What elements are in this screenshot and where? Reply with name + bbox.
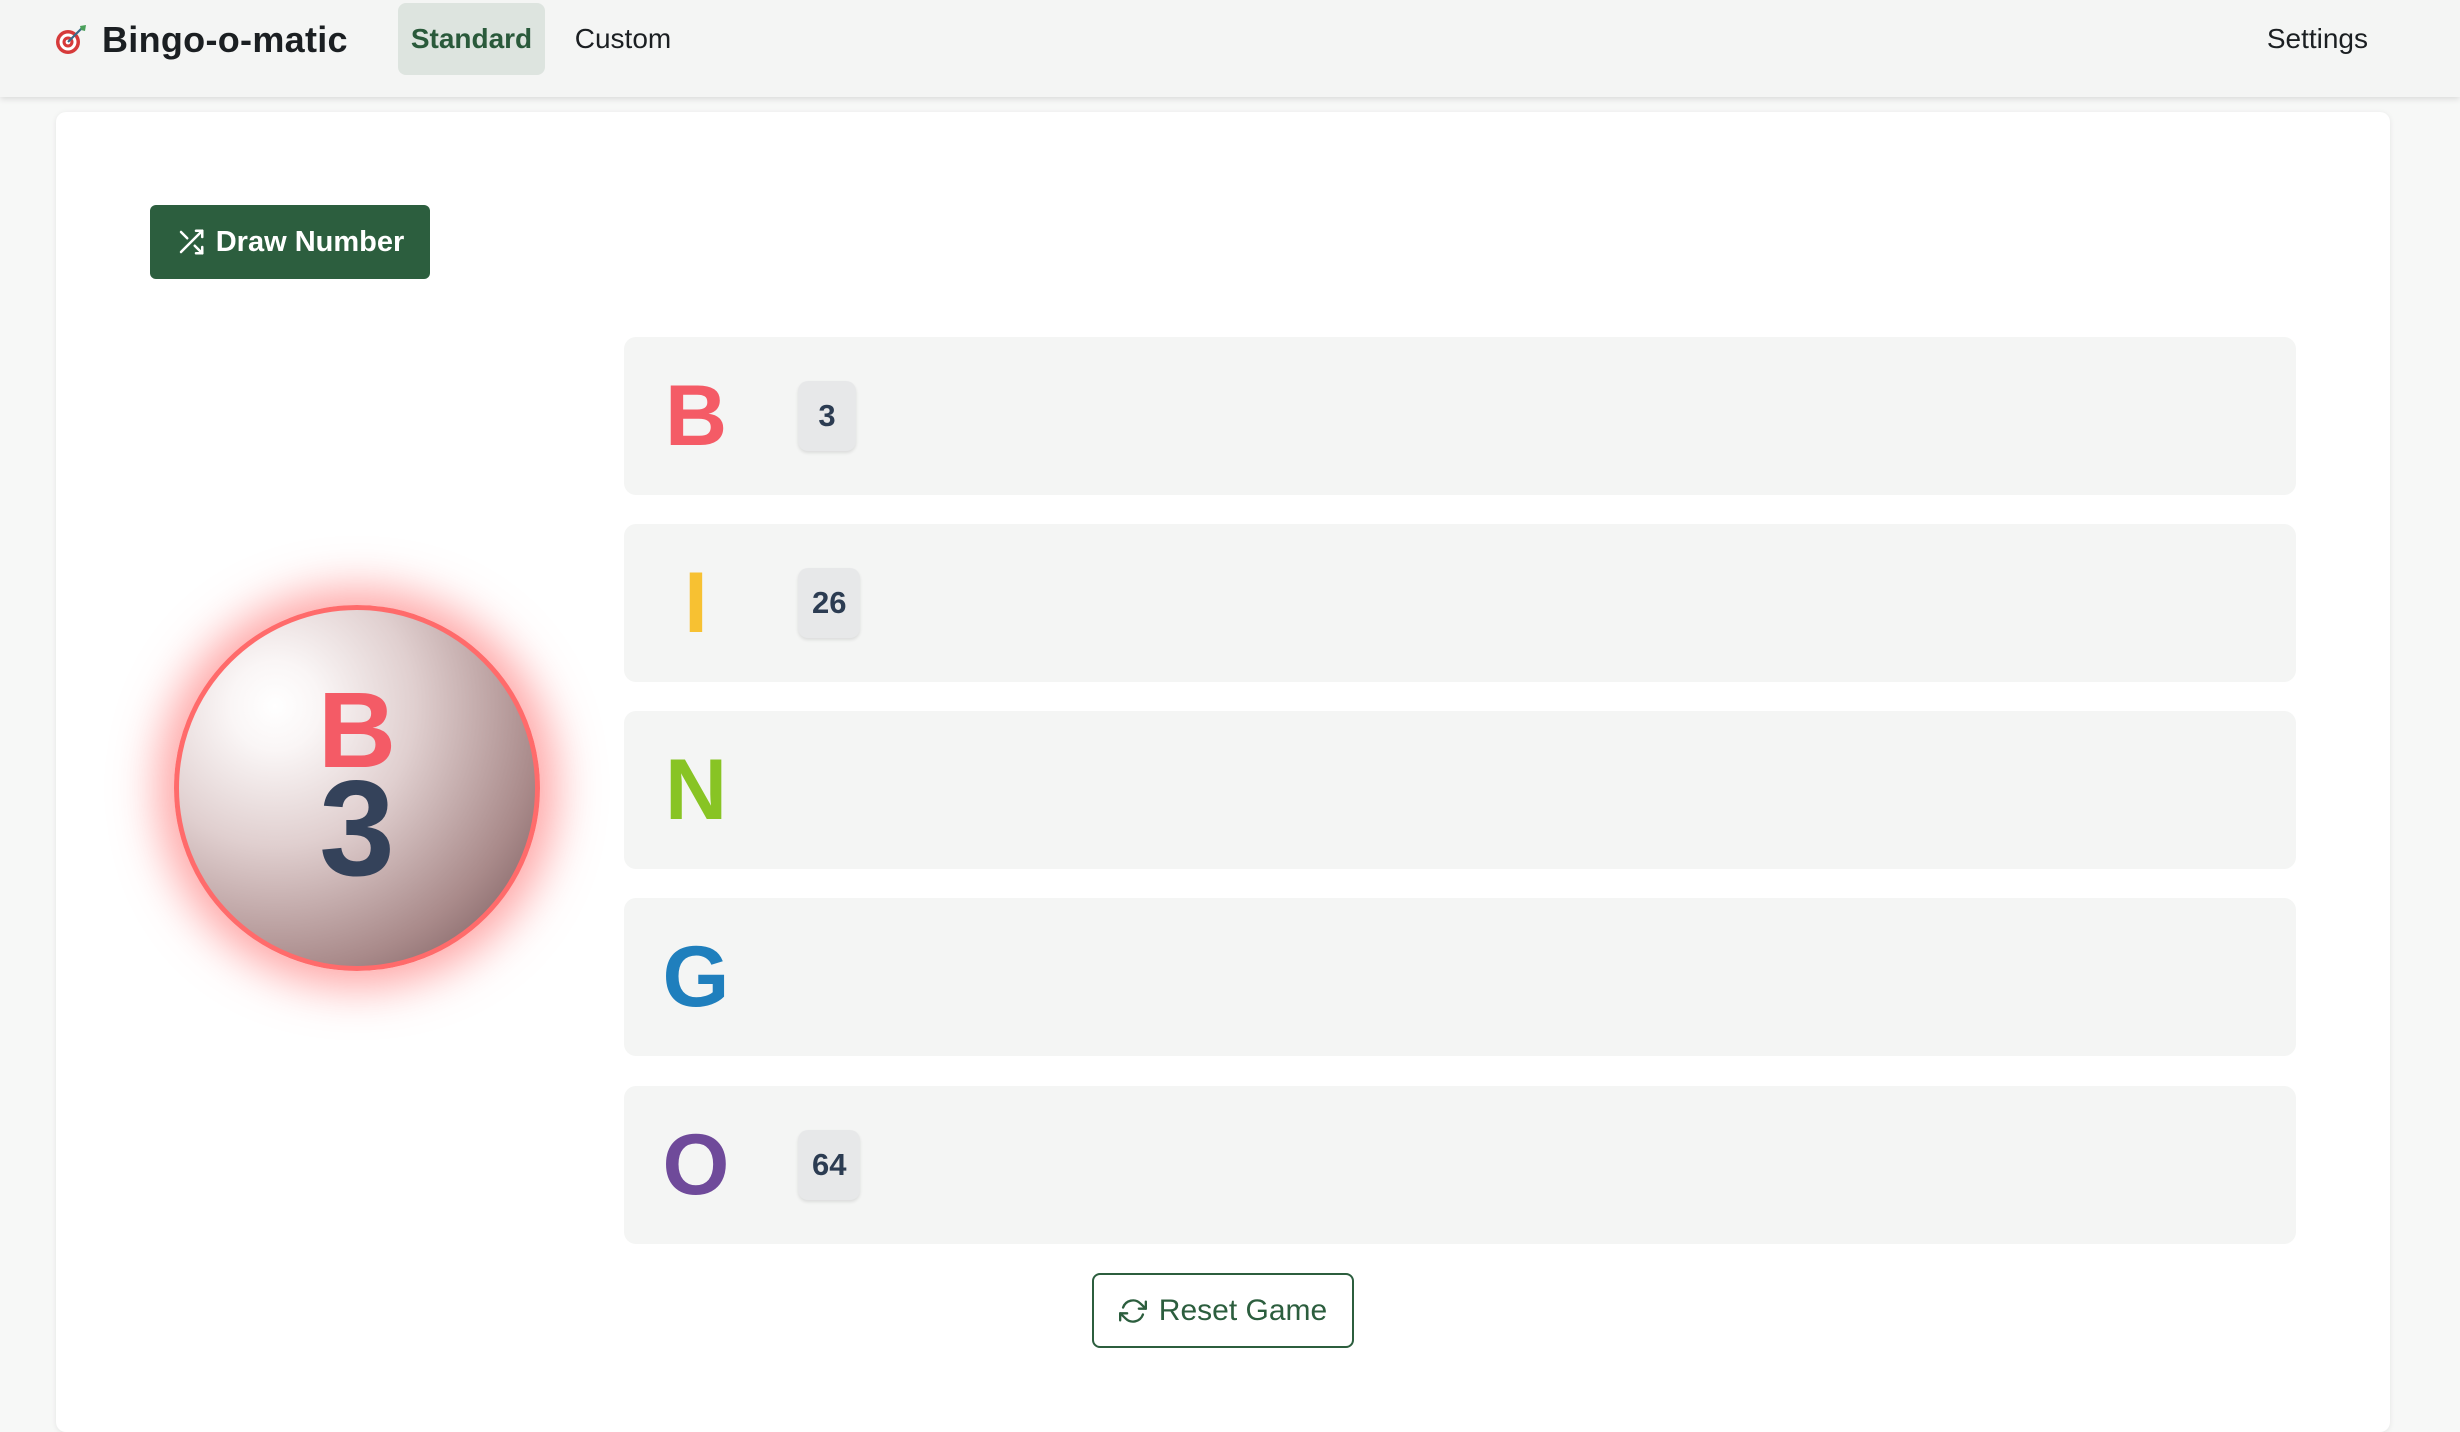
row-letter-o: O	[662, 1116, 730, 1213]
top-navbar: Bingo-o-matic Standard Custom Settings	[0, 0, 2460, 97]
draw-number-label: Draw Number	[215, 225, 405, 258]
current-ball-number: 3	[319, 752, 395, 904]
row-letter-n: N	[664, 741, 728, 838]
row-o: O 64	[624, 1086, 2296, 1244]
called-number-chip[interactable]: 26	[798, 568, 861, 638]
called-number-chip[interactable]: 64	[798, 1130, 861, 1200]
current-ball: B 3	[174, 605, 540, 971]
reset-game-label: Reset Game	[1158, 1293, 1328, 1327]
refresh-icon	[1118, 1298, 1147, 1323]
tab-custom[interactable]: Custom	[560, 3, 686, 75]
brand[interactable]: Bingo-o-matic	[54, 18, 348, 62]
row-letter-b: B	[664, 367, 728, 464]
app-title: Bingo-o-matic	[102, 19, 348, 60]
shuffle-icon	[179, 229, 204, 255]
called-number-chip[interactable]: 3	[798, 381, 856, 451]
row-letter-i: I	[684, 554, 708, 651]
tab-standard[interactable]: Standard	[398, 3, 545, 75]
row-b: B 3	[624, 337, 2296, 495]
row-i: I 26	[624, 524, 2296, 682]
row-n: N	[624, 711, 2296, 869]
row-letter-g: G	[662, 928, 730, 1025]
draw-number-button[interactable]: Draw Number	[150, 205, 430, 279]
settings-link[interactable]: Settings	[2267, 3, 2368, 75]
row-g: G	[624, 898, 2296, 1056]
dart-target-icon	[56, 25, 86, 54]
reset-game-button[interactable]: Reset Game	[1092, 1273, 1354, 1348]
